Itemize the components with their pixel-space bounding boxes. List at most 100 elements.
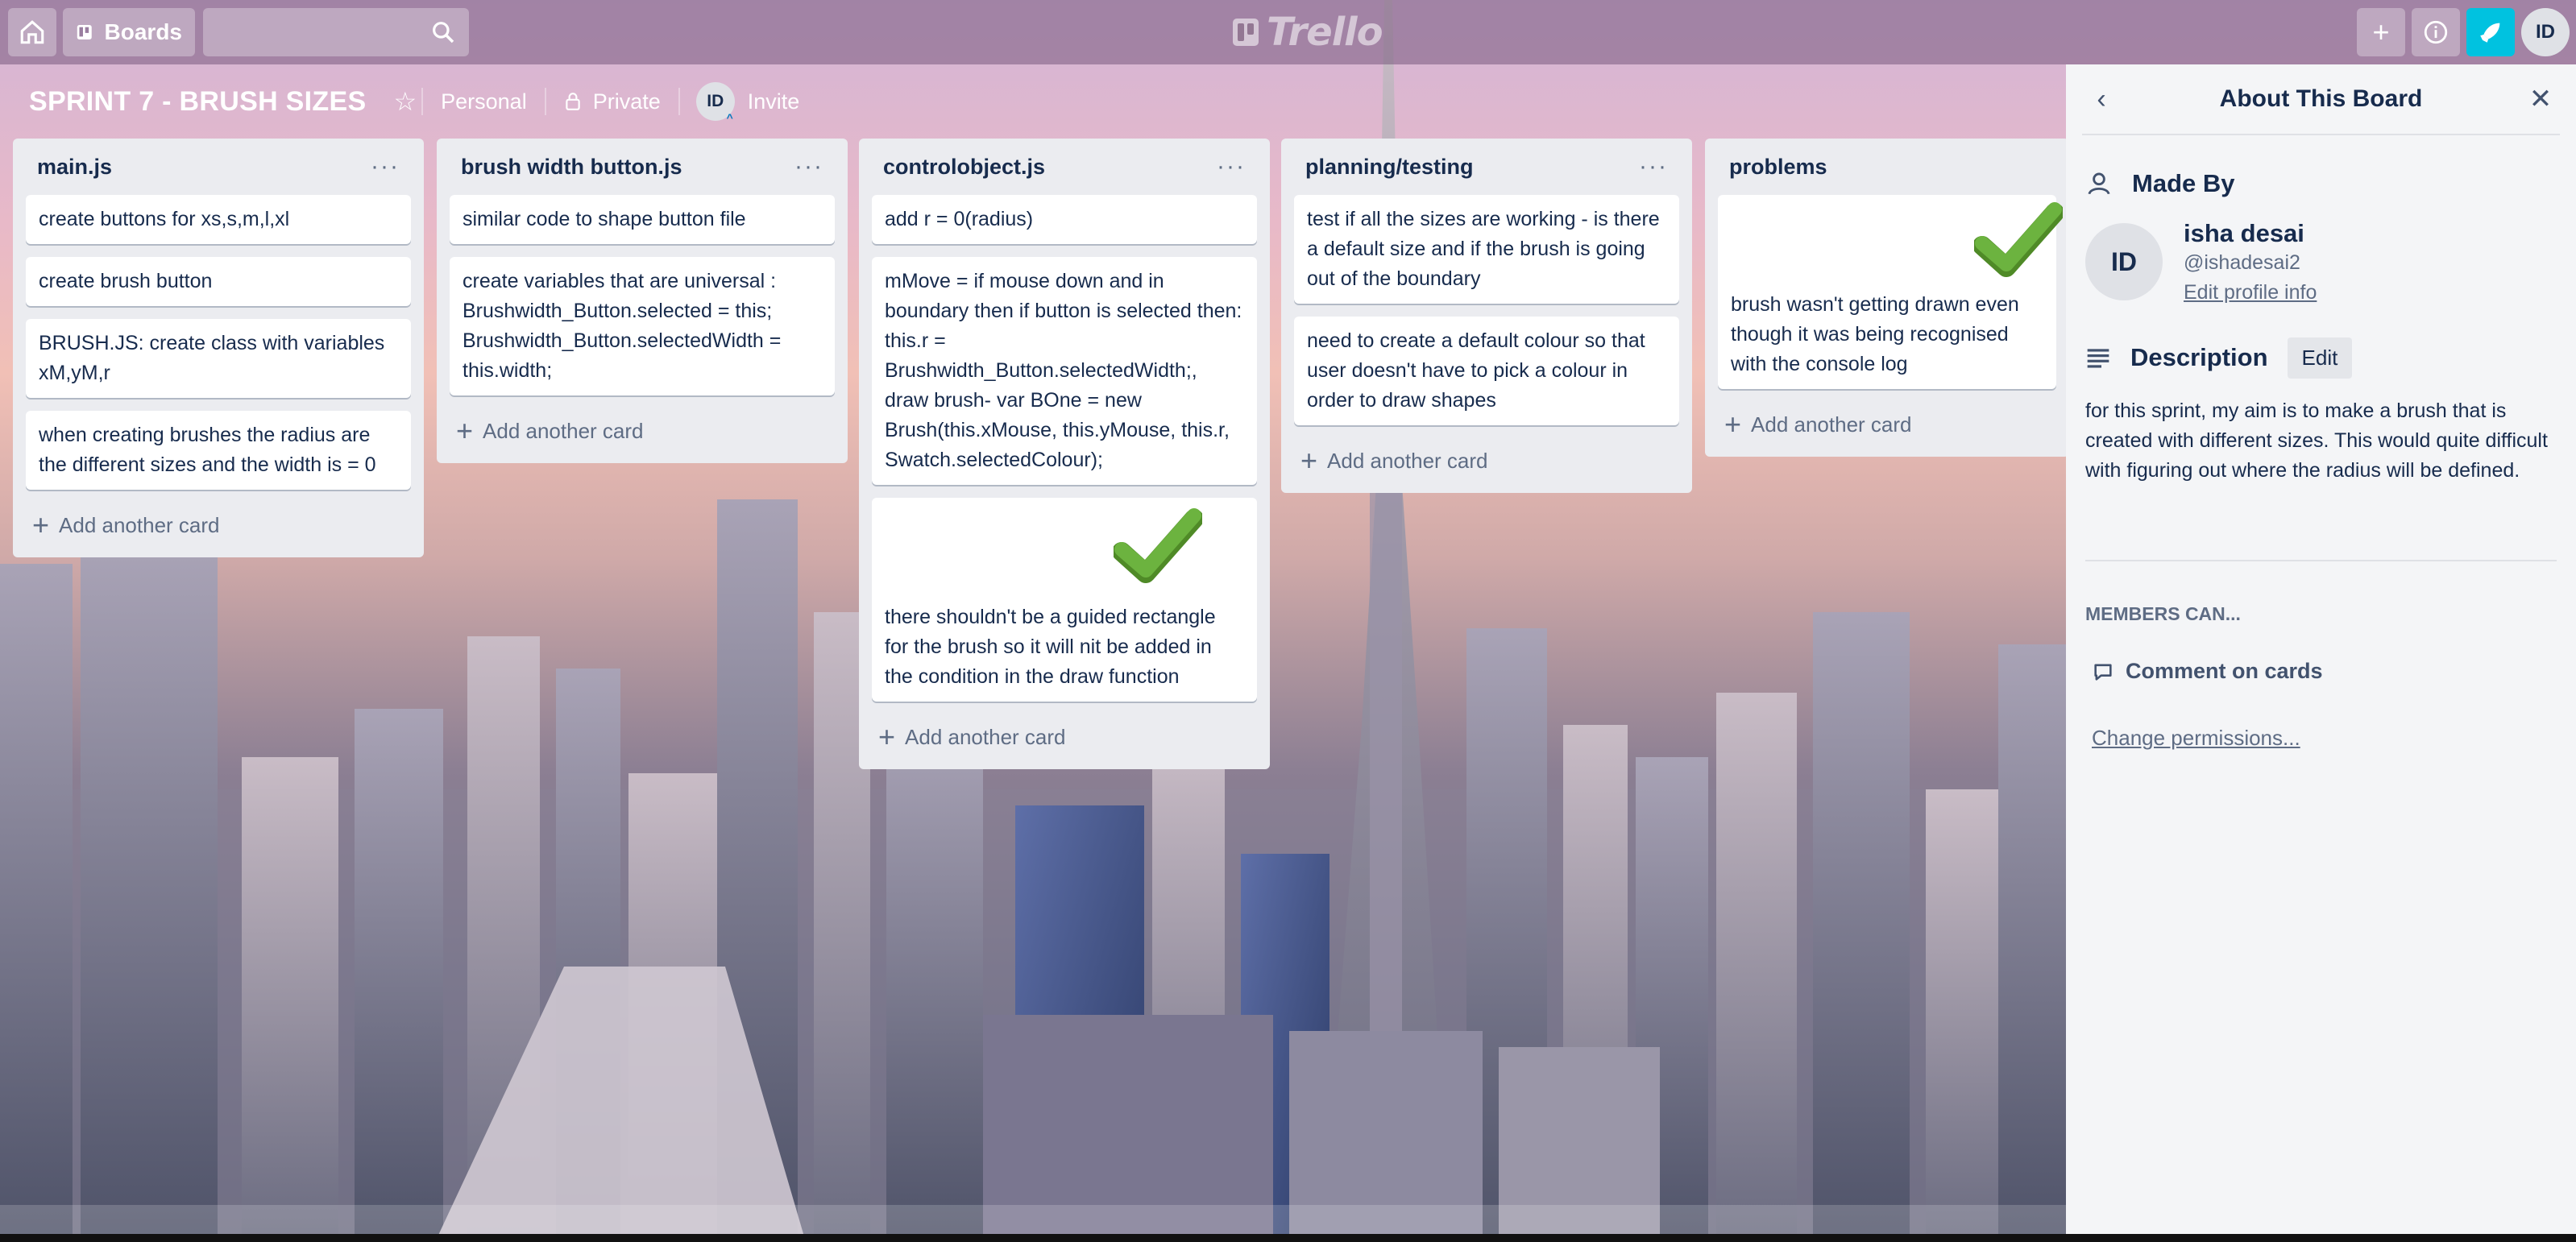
list-main-js: main.js ··· create buttons for xs,s,m,l,… — [13, 139, 424, 557]
change-permissions-link[interactable]: Change permissions... — [2085, 726, 2300, 751]
search-icon[interactable] — [430, 19, 456, 45]
checkmark-icon — [1974, 202, 2063, 277]
search-box[interactable] — [203, 8, 469, 56]
made-by-label: Made By — [2132, 169, 2235, 197]
team-visibility-button[interactable]: Personal — [428, 79, 540, 124]
add-card-label: Add another card — [1327, 448, 1488, 473]
board-header: SPRINT 7 - BRUSH SIZES ☆ Personal Privat… — [0, 71, 2063, 132]
boards-button[interactable]: Boards — [63, 8, 195, 56]
add-card-button[interactable]: + Add another card — [1294, 438, 1679, 483]
panel-divider — [2085, 560, 2557, 561]
creator-handle: @ishadesai2 — [2184, 251, 2300, 274]
member-avatar[interactable]: ID ^ — [695, 82, 735, 124]
home-icon — [20, 20, 44, 44]
checkmark-icon — [1114, 508, 1202, 583]
card-text: there shouldn't be a guided rectangle fo… — [885, 606, 1216, 688]
add-card-button[interactable]: + Add another card — [1718, 402, 2056, 447]
info-button[interactable] — [2412, 8, 2460, 56]
list-planning-testing: planning/testing ··· test if all the siz… — [1281, 139, 1692, 493]
back-chevron-icon[interactable]: ‹ — [2082, 80, 2121, 118]
trello-logo[interactable]: Trello — [1233, 10, 1383, 55]
header-divider — [678, 88, 680, 115]
list-card-with-cover[interactable]: brush wasn't getting drawn even though i… — [1718, 195, 2063, 389]
list-card[interactable]: need to create a default colour so that … — [1294, 317, 1679, 425]
add-card-button[interactable]: + Add another card — [872, 714, 1257, 760]
comment-permission-label: Comment on cards — [2126, 659, 2323, 683]
invite-button[interactable]: Invite — [735, 79, 813, 124]
list-header[interactable]: problems — [1718, 139, 2056, 195]
list-title[interactable]: planning/testing — [1305, 155, 1474, 180]
add-card-label: Add another card — [905, 724, 1066, 749]
list-menu-icon[interactable]: ··· — [1639, 153, 1668, 180]
board-title[interactable]: SPRINT 7 - BRUSH SIZES — [29, 86, 366, 118]
comment-icon — [2094, 664, 2112, 681]
member-avatar-initials: ID — [707, 92, 724, 110]
about-board-panel: ‹ About This Board ✕ Made By ID isha des… — [2066, 64, 2576, 1234]
person-icon — [2088, 172, 2110, 195]
description-icon — [2087, 349, 2109, 368]
list-card[interactable]: create brush button — [26, 257, 411, 306]
create-button[interactable]: + — [2357, 8, 2405, 56]
creator-avatar[interactable]: ID — [2085, 223, 2163, 300]
privacy-label: Private — [592, 89, 661, 114]
search-input[interactable] — [203, 8, 469, 56]
list-controlobject: controlobject.js ··· add r = 0(radius) m… — [859, 139, 1270, 769]
list-card[interactable]: mMove = if mouse down and in boundary th… — [872, 257, 1257, 485]
close-icon[interactable]: ✕ — [2521, 80, 2560, 118]
card-text: brush wasn't getting drawn even though i… — [1731, 293, 2019, 375]
comment-permission: Comment on cards — [2085, 659, 2557, 684]
invite-label: Invite — [747, 89, 800, 114]
description-text[interactable]: for this sprint, my aim is to make a bru… — [2085, 396, 2557, 486]
list-card[interactable]: create buttons for xs,s,m,l,xl — [26, 195, 411, 244]
list-header[interactable]: brush width button.js ··· — [450, 139, 835, 195]
list-card[interactable]: add r = 0(radius) — [872, 195, 1257, 244]
notifications-button[interactable] — [2466, 8, 2515, 56]
card-cover — [1718, 195, 2063, 290]
add-card-label: Add another card — [483, 418, 644, 443]
list-header[interactable]: planning/testing ··· — [1294, 139, 1679, 195]
user-avatar[interactable]: ID — [2521, 8, 2570, 56]
window-bottom-edge — [0, 1234, 2576, 1242]
list-card[interactable]: create variables that are universal : Br… — [450, 257, 835, 395]
list-card[interactable]: when creating brushes the radius are the… — [26, 411, 411, 490]
horizontal-scrollbar[interactable] — [0, 1205, 2066, 1234]
plus-icon: + — [2372, 15, 2390, 48]
add-card-label: Add another card — [59, 512, 220, 537]
plus-icon: + — [1300, 444, 1318, 477]
star-icon[interactable]: ☆ — [393, 86, 417, 117]
list-card-with-cover[interactable]: there shouldn't be a guided rectangle fo… — [872, 498, 1257, 702]
edit-description-button[interactable]: Edit — [2287, 337, 2353, 379]
header-divider — [421, 88, 424, 115]
trello-logo-text: Trello — [1267, 10, 1383, 55]
boards-label: Boards — [104, 19, 182, 44]
panel-title: About This Board — [2219, 85, 2423, 112]
list-title[interactable]: problems — [1729, 155, 1827, 180]
list-menu-icon[interactable]: ··· — [371, 153, 400, 180]
card-cover — [872, 498, 1257, 602]
list-title[interactable]: main.js — [37, 155, 112, 180]
add-card-button[interactable]: + Add another card — [26, 503, 411, 548]
list-card[interactable]: BRUSH.JS: create class with variables xM… — [26, 319, 411, 398]
list-header[interactable]: controlobject.js ··· — [872, 139, 1257, 195]
privacy-button[interactable]: Private — [551, 79, 674, 124]
panel-header: ‹ About This Board ✕ — [2082, 64, 2560, 135]
home-button[interactable] — [8, 8, 56, 56]
rocket-icon — [2480, 23, 2500, 43]
creator-details: isha desai @ishadesai2 Edit profile info — [2184, 219, 2317, 304]
boards-icon — [77, 25, 92, 39]
add-card-button[interactable]: + Add another card — [450, 408, 835, 453]
list-title[interactable]: brush width button.js — [461, 155, 682, 180]
list-menu-icon[interactable]: ··· — [1217, 153, 1246, 180]
list-menu-icon[interactable]: ··· — [794, 153, 823, 180]
list-card[interactable]: test if all the sizes are working - is t… — [1294, 195, 1679, 304]
list-problems: problems brush wasn't getting drawn even… — [1705, 139, 2069, 457]
list-title[interactable]: controlobject.js — [883, 155, 1045, 180]
description-label: Description — [2130, 343, 2268, 371]
list-header[interactable]: main.js ··· — [26, 139, 411, 195]
header-actions: + ID — [2357, 8, 2570, 56]
made-by-section-header: Made By — [2085, 159, 2557, 208]
edit-profile-link[interactable]: Edit profile info — [2184, 281, 2317, 304]
list-brush-width-button: brush width button.js ··· similar code t… — [437, 139, 848, 463]
list-card[interactable]: similar code to shape button file — [450, 195, 835, 244]
trello-logo-icon — [1233, 19, 1259, 46]
